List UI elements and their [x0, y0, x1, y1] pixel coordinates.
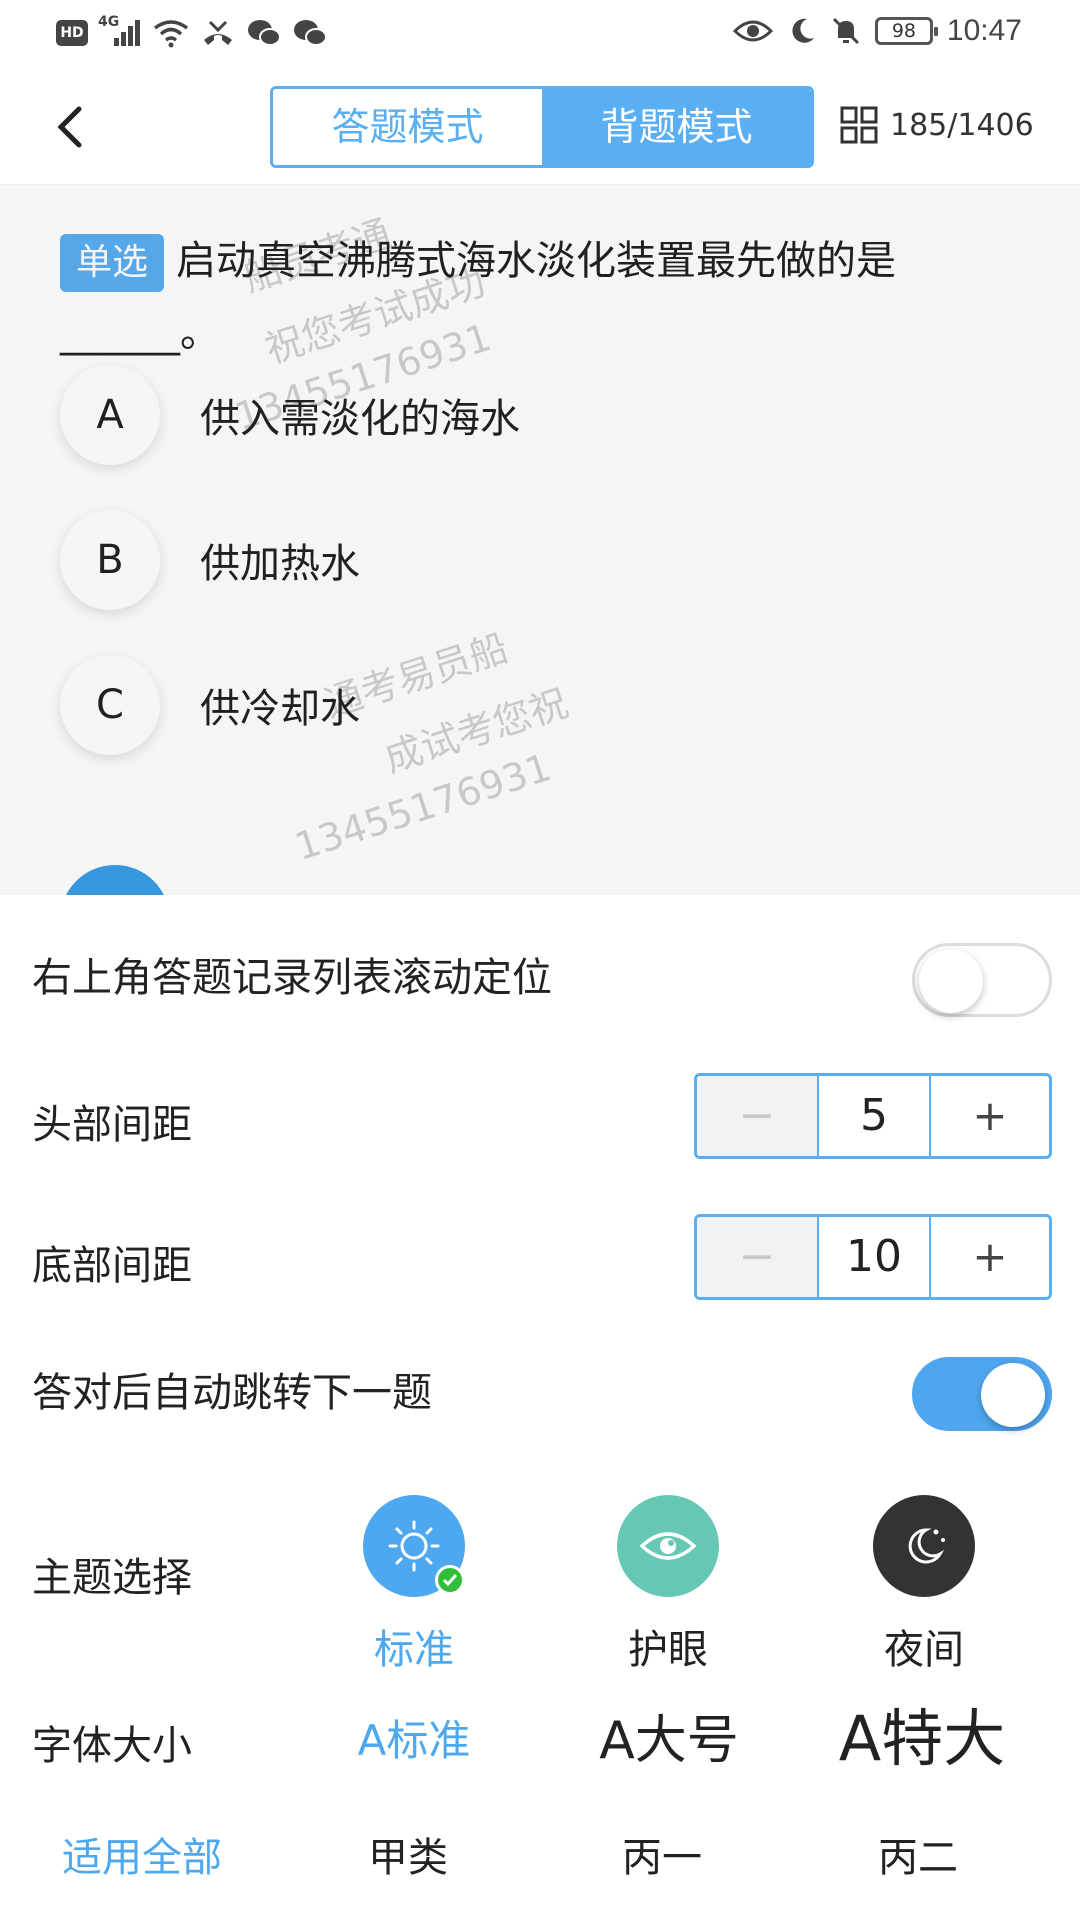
auto-next-label: 答对后自动跳转下一题 [32, 1370, 432, 1416]
toggle-knob [919, 949, 983, 1013]
mute-icon [832, 17, 859, 45]
scroll-locate-label: 右上角答题记录列表滚动定位 [32, 955, 552, 1001]
status-bar: HD 4G 98 10:47 [0, 0, 1080, 70]
settings-sheet: 右上角答题记录列表滚动定位 头部间距 − 5 + 底部间距 − 10 + 答对后… [0, 895, 1080, 1920]
status-right: 98 10:47 [732, 14, 1022, 48]
eye-icon [732, 20, 773, 42]
back-button[interactable] [40, 92, 100, 162]
theme-night-label: 夜间 [884, 1627, 964, 1673]
theme-night-circle [873, 1495, 975, 1597]
top-spacing-stepper: − 5 + [694, 1073, 1052, 1159]
top-spacing-value: 5 [819, 1076, 931, 1156]
category-jia[interactable]: 甲类 [368, 1825, 448, 1883]
top-spacing-minus-button[interactable]: − [697, 1076, 819, 1156]
font-size-large[interactable]: A大号 [574, 1698, 764, 1773]
scroll-locate-toggle[interactable] [912, 943, 1052, 1017]
question-progress: 185/1406 [890, 107, 1034, 143]
font-size-label: 字体大小 [32, 1723, 192, 1769]
bottom-spacing-stepper: − 10 + [694, 1214, 1052, 1300]
chevron-left-icon [57, 106, 82, 148]
hd-icon: HD [56, 20, 88, 46]
apply-all-button[interactable]: 适用全部 [62, 1825, 222, 1883]
battery-icon: 98 [874, 17, 938, 45]
sun-icon [388, 1520, 440, 1572]
eye-icon [639, 1532, 697, 1560]
theme-label: 主题选择 [32, 1555, 192, 1601]
theme-eye-care[interactable]: 护眼 [598, 1495, 738, 1675]
top-spacing-label: 头部间距 [32, 1102, 192, 1148]
bottom-spacing-label: 底部间距 [32, 1243, 192, 1289]
bottom-spacing-minus-button[interactable]: − [697, 1217, 819, 1297]
tab-recite-mode[interactable]: 背题模式 [542, 89, 811, 165]
question-area: 船员考通 祝您考试成功 13455176931 通考易员船 成试考您祝 1345… [0, 185, 1080, 895]
theme-night[interactable]: 夜间 [854, 1495, 994, 1675]
theme-standard-circle [363, 1495, 465, 1597]
category-bing-1[interactable]: 丙一 [622, 1825, 702, 1883]
moon-stars-icon [908, 1528, 945, 1564]
bottom-spacing-value: 10 [819, 1217, 931, 1297]
category-bing-2[interactable]: 丙二 [878, 1825, 958, 1883]
signal-icon: 4G [98, 14, 142, 48]
mode-switch: 答题模式 背题模式 [270, 86, 814, 168]
wechat-icon-2 [294, 20, 327, 46]
top-bar: 答题模式 背题模式 185/1406 [0, 70, 1080, 185]
font-size-standard[interactable]: A标准 [334, 1707, 494, 1768]
theme-standard-label: 标准 [374, 1627, 454, 1673]
theme-eye-care-circle [617, 1495, 719, 1597]
missed-call-icon [204, 20, 232, 45]
top-spacing-plus-button[interactable]: + [931, 1076, 1049, 1156]
toggle-knob [981, 1363, 1045, 1427]
wechat-icon [248, 20, 281, 46]
answer-record-button[interactable]: 185/1406 [840, 106, 1034, 144]
status-left: HD 4G [56, 14, 328, 48]
moon-icon [792, 18, 814, 43]
overlay-dim [0, 185, 1080, 895]
auto-next-toggle[interactable] [912, 1357, 1052, 1431]
bottom-spacing-plus-button[interactable]: + [931, 1217, 1049, 1297]
grid-icon [840, 106, 878, 144]
wifi-icon [153, 20, 189, 48]
theme-standard[interactable]: 标准 [344, 1495, 484, 1675]
theme-eye-care-label: 护眼 [628, 1627, 708, 1673]
tab-answer-mode[interactable]: 答题模式 [273, 89, 542, 165]
font-size-extra-large[interactable]: A特大 [812, 1688, 1032, 1778]
status-time: 10:47 [946, 14, 1022, 47]
selected-check-icon [435, 1565, 465, 1595]
